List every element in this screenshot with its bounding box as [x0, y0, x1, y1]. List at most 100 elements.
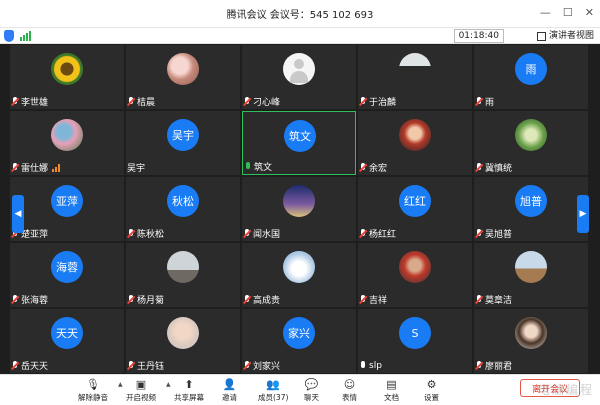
participant-avatar	[399, 53, 431, 85]
participant-name-row: 张海蓉	[10, 293, 48, 306]
participant-name: 冀慎统	[485, 164, 513, 174]
participant-tile[interactable]: 旭普 吴旭普	[474, 177, 588, 241]
mic-muted-icon	[359, 228, 367, 239]
participant-name-row: 余宏	[358, 161, 387, 174]
participant-name-row: 杨红红	[358, 227, 396, 240]
participant-tile[interactable]: 余宏	[358, 111, 472, 175]
mic-muted-icon	[243, 360, 251, 371]
participant-avatar: 吴宇	[167, 119, 199, 151]
participant-tile[interactable]: 天天 岳天天	[10, 309, 124, 373]
participant-name-row: 李世雄	[10, 95, 48, 108]
participant-name-row: 杨月菊	[126, 293, 164, 306]
speaker-view-button[interactable]: 演讲者视图	[536, 29, 594, 43]
participant-tile[interactable]: 秋松 陈秋松	[126, 177, 240, 241]
toolbar-label: 邀请	[222, 393, 237, 402]
participant-name: 刁心峰	[253, 98, 281, 108]
mic-muted-icon	[359, 162, 367, 173]
caret-up-icon[interactable]: ▲	[166, 381, 171, 388]
participant-name-row: 王丹钰	[126, 359, 164, 372]
participant-tile[interactable]: 家兴 刘家兴	[242, 309, 356, 373]
security-shield-icon[interactable]	[4, 30, 14, 42]
participant-name-row: 雷仕娜	[10, 161, 61, 174]
participant-avatar: 雨	[515, 53, 547, 85]
prev-page-button[interactable]: ◀	[12, 195, 24, 233]
participant-name-row: 高成贵	[242, 293, 280, 306]
participant-tile[interactable]: 高成贵	[242, 243, 356, 307]
toolbar-camera-off-button[interactable]: ▣ 开启视频	[126, 377, 156, 403]
participant-tile[interactable]: 李世雄	[10, 45, 124, 109]
participant-tile[interactable]: 雷仕娜	[10, 111, 124, 175]
participant-tile[interactable]: 杨月菊	[126, 243, 240, 307]
participant-tile[interactable]: 闻水国	[242, 177, 356, 241]
mic-muted-icon	[11, 162, 19, 173]
participant-name-row: 吴旭普	[474, 227, 512, 240]
close-button[interactable]: ✕	[585, 6, 594, 19]
participant-name: 张海蓉	[21, 296, 49, 306]
participant-name: 雨	[485, 98, 495, 108]
microphone-icon	[359, 360, 367, 371]
toolbar-emoji-button[interactable]: ☺ 表情	[342, 377, 357, 403]
participant-tile[interactable]: 雨雨	[474, 45, 588, 109]
participant-tile[interactable]: 冀慎统	[474, 111, 588, 175]
toolbar-members-button[interactable]: 👥 成员(37)	[258, 377, 288, 403]
participant-name: 桔晨	[137, 98, 156, 108]
participant-tile[interactable]: 于治麟	[358, 45, 472, 109]
participant-name: 王丹钰	[137, 362, 165, 372]
participant-name: 筑文	[254, 163, 273, 173]
caret-up-icon[interactable]: ▲	[118, 381, 123, 388]
participant-avatar: 亚萍	[51, 185, 83, 217]
participant-tile[interactable]: 桔晨	[126, 45, 240, 109]
participant-tile[interactable]: 吴宇 吴宇	[126, 111, 240, 175]
toolbar-invite-button[interactable]: 👤 邀请	[222, 377, 237, 403]
toolbar-settings-button[interactable]: ⚙ 设置	[424, 377, 439, 403]
participant-tile[interactable]: Sslp	[358, 309, 472, 373]
mic-muted-icon	[127, 294, 135, 305]
emoji-icon: ☺	[343, 377, 356, 391]
participant-name-row: 莫章洁	[474, 293, 512, 306]
mic-muted-icon	[11, 360, 19, 371]
participant-tile[interactable]: 筑文 筑文	[242, 111, 356, 175]
participant-tile[interactable]: 亚萍 楚亚萍	[10, 177, 124, 241]
participant-avatar	[283, 185, 315, 217]
toolbar-microphone-muted-button[interactable]: 🎙 解除静音	[78, 377, 108, 403]
participant-name: 高成贵	[253, 296, 281, 306]
network-signal-icon[interactable]	[20, 31, 31, 41]
mic-muted-icon	[475, 162, 483, 173]
participant-tile[interactable]: 莫章洁	[474, 243, 588, 307]
participant-avatar	[515, 317, 547, 349]
participant-name: 吴宇	[127, 164, 146, 174]
toolbar-share-screen-button[interactable]: ⬆ 共享屏幕	[174, 377, 204, 403]
toolbar-chat-button[interactable]: 💬 聊天	[304, 377, 319, 403]
toolbar-label: 表情	[342, 393, 357, 402]
minimize-button[interactable]: —	[540, 6, 551, 19]
participant-name-row: 吉祥	[358, 293, 387, 306]
mic-muted-icon	[243, 294, 251, 305]
toolbar-label: 设置	[424, 393, 439, 402]
participant-avatar: 海蓉	[51, 251, 83, 283]
participant-name: 刘家兴	[253, 362, 281, 372]
participant-avatar	[167, 53, 199, 85]
participant-name-row: 冀慎统	[474, 161, 512, 174]
participant-tile[interactable]: 王丹钰	[126, 309, 240, 373]
toolbar-document-button[interactable]: ▤ 文档	[384, 377, 399, 403]
maximize-button[interactable]: ☐	[563, 6, 573, 19]
next-page-button[interactable]: ▶	[577, 195, 589, 233]
toolbar-label: 聊天	[304, 393, 319, 402]
mic-muted-icon	[243, 96, 251, 107]
participant-name-row: 廖丽君	[474, 359, 512, 372]
participant-avatar	[399, 251, 431, 283]
participant-avatar	[51, 119, 83, 151]
mic-muted-icon	[11, 96, 19, 107]
participant-avatar	[167, 317, 199, 349]
participant-tile[interactable]: 廖丽君	[474, 309, 588, 373]
participant-tile[interactable]: 红红 杨红红	[358, 177, 472, 241]
mic-muted-icon	[475, 228, 483, 239]
participant-tile[interactable]: 海蓉张海蓉	[10, 243, 124, 307]
participant-name-row: 桔晨	[126, 95, 155, 108]
toolbar-label: 共享屏幕	[174, 393, 204, 402]
participant-tile[interactable]: 吉祥	[358, 243, 472, 307]
participant-tile[interactable]: 刁心峰	[242, 45, 356, 109]
toolbar-label: 开启视频	[126, 393, 156, 402]
participant-name: 莫章洁	[485, 296, 513, 306]
settings-icon: ⚙	[426, 377, 437, 391]
